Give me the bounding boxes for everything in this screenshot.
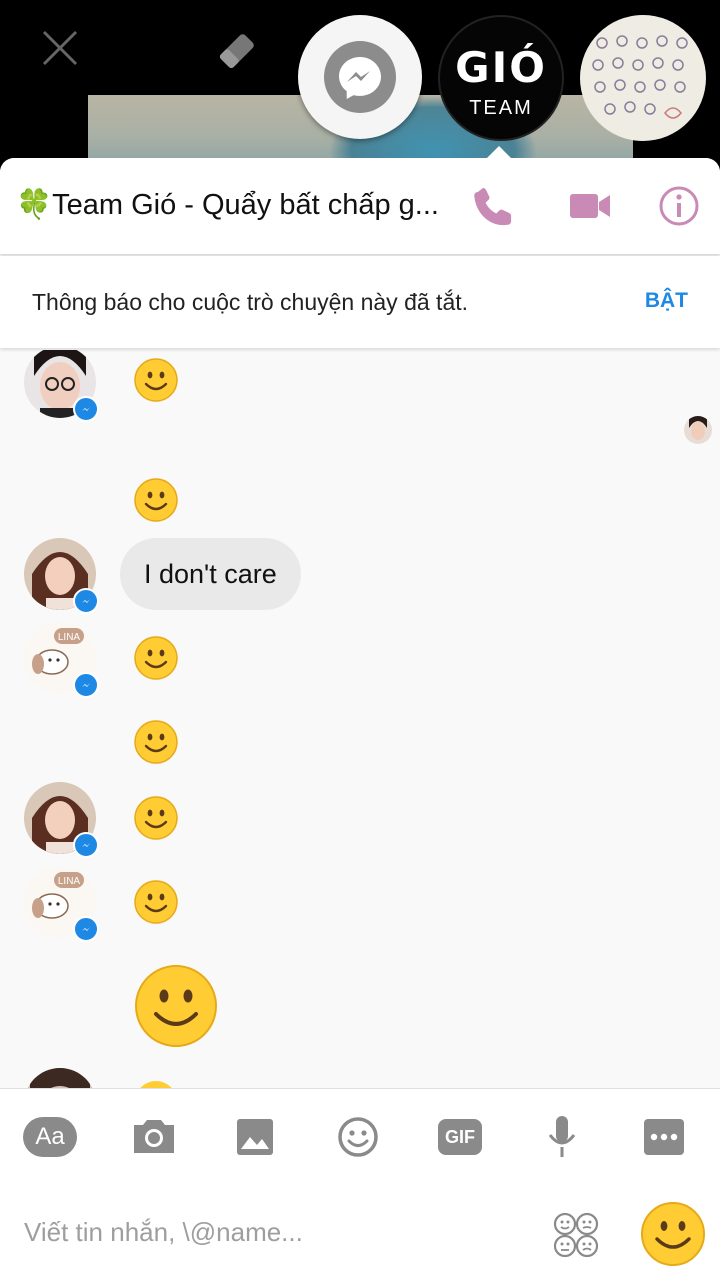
conversation-header: 🍀Team Gió - Quẩy bất chấp g... <box>0 158 720 254</box>
messenger-icon <box>339 57 381 99</box>
conversation-panel: 🍀Team Gió - Quẩy bất chấp g... Thông báo… <box>0 158 720 1280</box>
more-options-icon[interactable] <box>636 1113 692 1161</box>
emoji-icon[interactable] <box>330 1113 386 1161</box>
aa-label: Aa <box>23 1117 77 1157</box>
notification-text: Thông báo cho cuộc trò chuyện này đã tắt… <box>32 289 469 315</box>
doodle-chat-head[interactable] <box>580 15 706 141</box>
sticker-icon[interactable] <box>552 1211 600 1259</box>
lina-badge-label: LINA <box>58 876 81 887</box>
message-bubble[interactable]: I don't care <box>120 538 301 610</box>
smile-emoji[interactable] <box>134 880 178 924</box>
smile-emoji[interactable] <box>134 358 178 402</box>
messenger-badge-icon <box>73 916 99 942</box>
camera-icon[interactable] <box>126 1113 182 1161</box>
message-input[interactable]: Viết tin nhắn, \@name... <box>24 1217 303 1248</box>
large-smile-emoji[interactable] <box>134 964 218 1048</box>
team-gio-chat-head[interactable]: GIÓ TEAM <box>438 15 564 141</box>
seen-avatar <box>684 416 712 444</box>
smile-emoji[interactable] <box>134 1080 178 1088</box>
message-list[interactable]: I don't care LINA LINA <box>0 350 720 1088</box>
conversation-title[interactable]: 🍀Team Gió - Quẩy bất chấp g... <box>16 188 456 222</box>
smile-emoji[interactable] <box>134 478 178 522</box>
doodle-image <box>592 35 688 119</box>
send-emoji-button[interactable] <box>640 1201 706 1267</box>
composer: Aa GIF Viết tin nhắn, \@name... <box>0 1088 720 1280</box>
smile-emoji[interactable] <box>134 796 178 840</box>
gallery-icon[interactable] <box>228 1113 284 1161</box>
video-call-icon[interactable] <box>566 182 614 230</box>
lina-badge-label: LINA <box>58 632 81 643</box>
chat-heads-bar: GIÓ TEAM <box>0 0 720 165</box>
eraser-icon[interactable] <box>214 28 260 74</box>
text-format-button[interactable]: Aa <box>22 1113 78 1161</box>
messenger-badge-icon <box>73 396 99 422</box>
messenger-badge-icon <box>73 832 99 858</box>
phone-icon[interactable] <box>470 182 518 230</box>
team-label: TEAM <box>469 97 533 119</box>
gif-label: GIF <box>438 1119 482 1155</box>
info-icon[interactable] <box>655 182 703 230</box>
avatar[interactable] <box>24 1068 96 1088</box>
enable-notifications-button[interactable]: BẬT <box>645 289 688 313</box>
smile-emoji[interactable] <box>134 720 178 764</box>
notification-banner: Thông báo cho cuộc trò chuyện này đã tắt… <box>0 256 720 348</box>
messenger-badge-icon <box>73 672 99 698</box>
messenger-badge-icon <box>73 588 99 614</box>
smile-emoji[interactable] <box>134 636 178 680</box>
close-icon[interactable] <box>40 28 80 68</box>
messenger-chat-head[interactable] <box>298 15 422 139</box>
microphone-icon[interactable] <box>534 1113 590 1161</box>
team-logo: GIÓ <box>455 43 547 92</box>
gif-button[interactable]: GIF <box>432 1113 488 1161</box>
